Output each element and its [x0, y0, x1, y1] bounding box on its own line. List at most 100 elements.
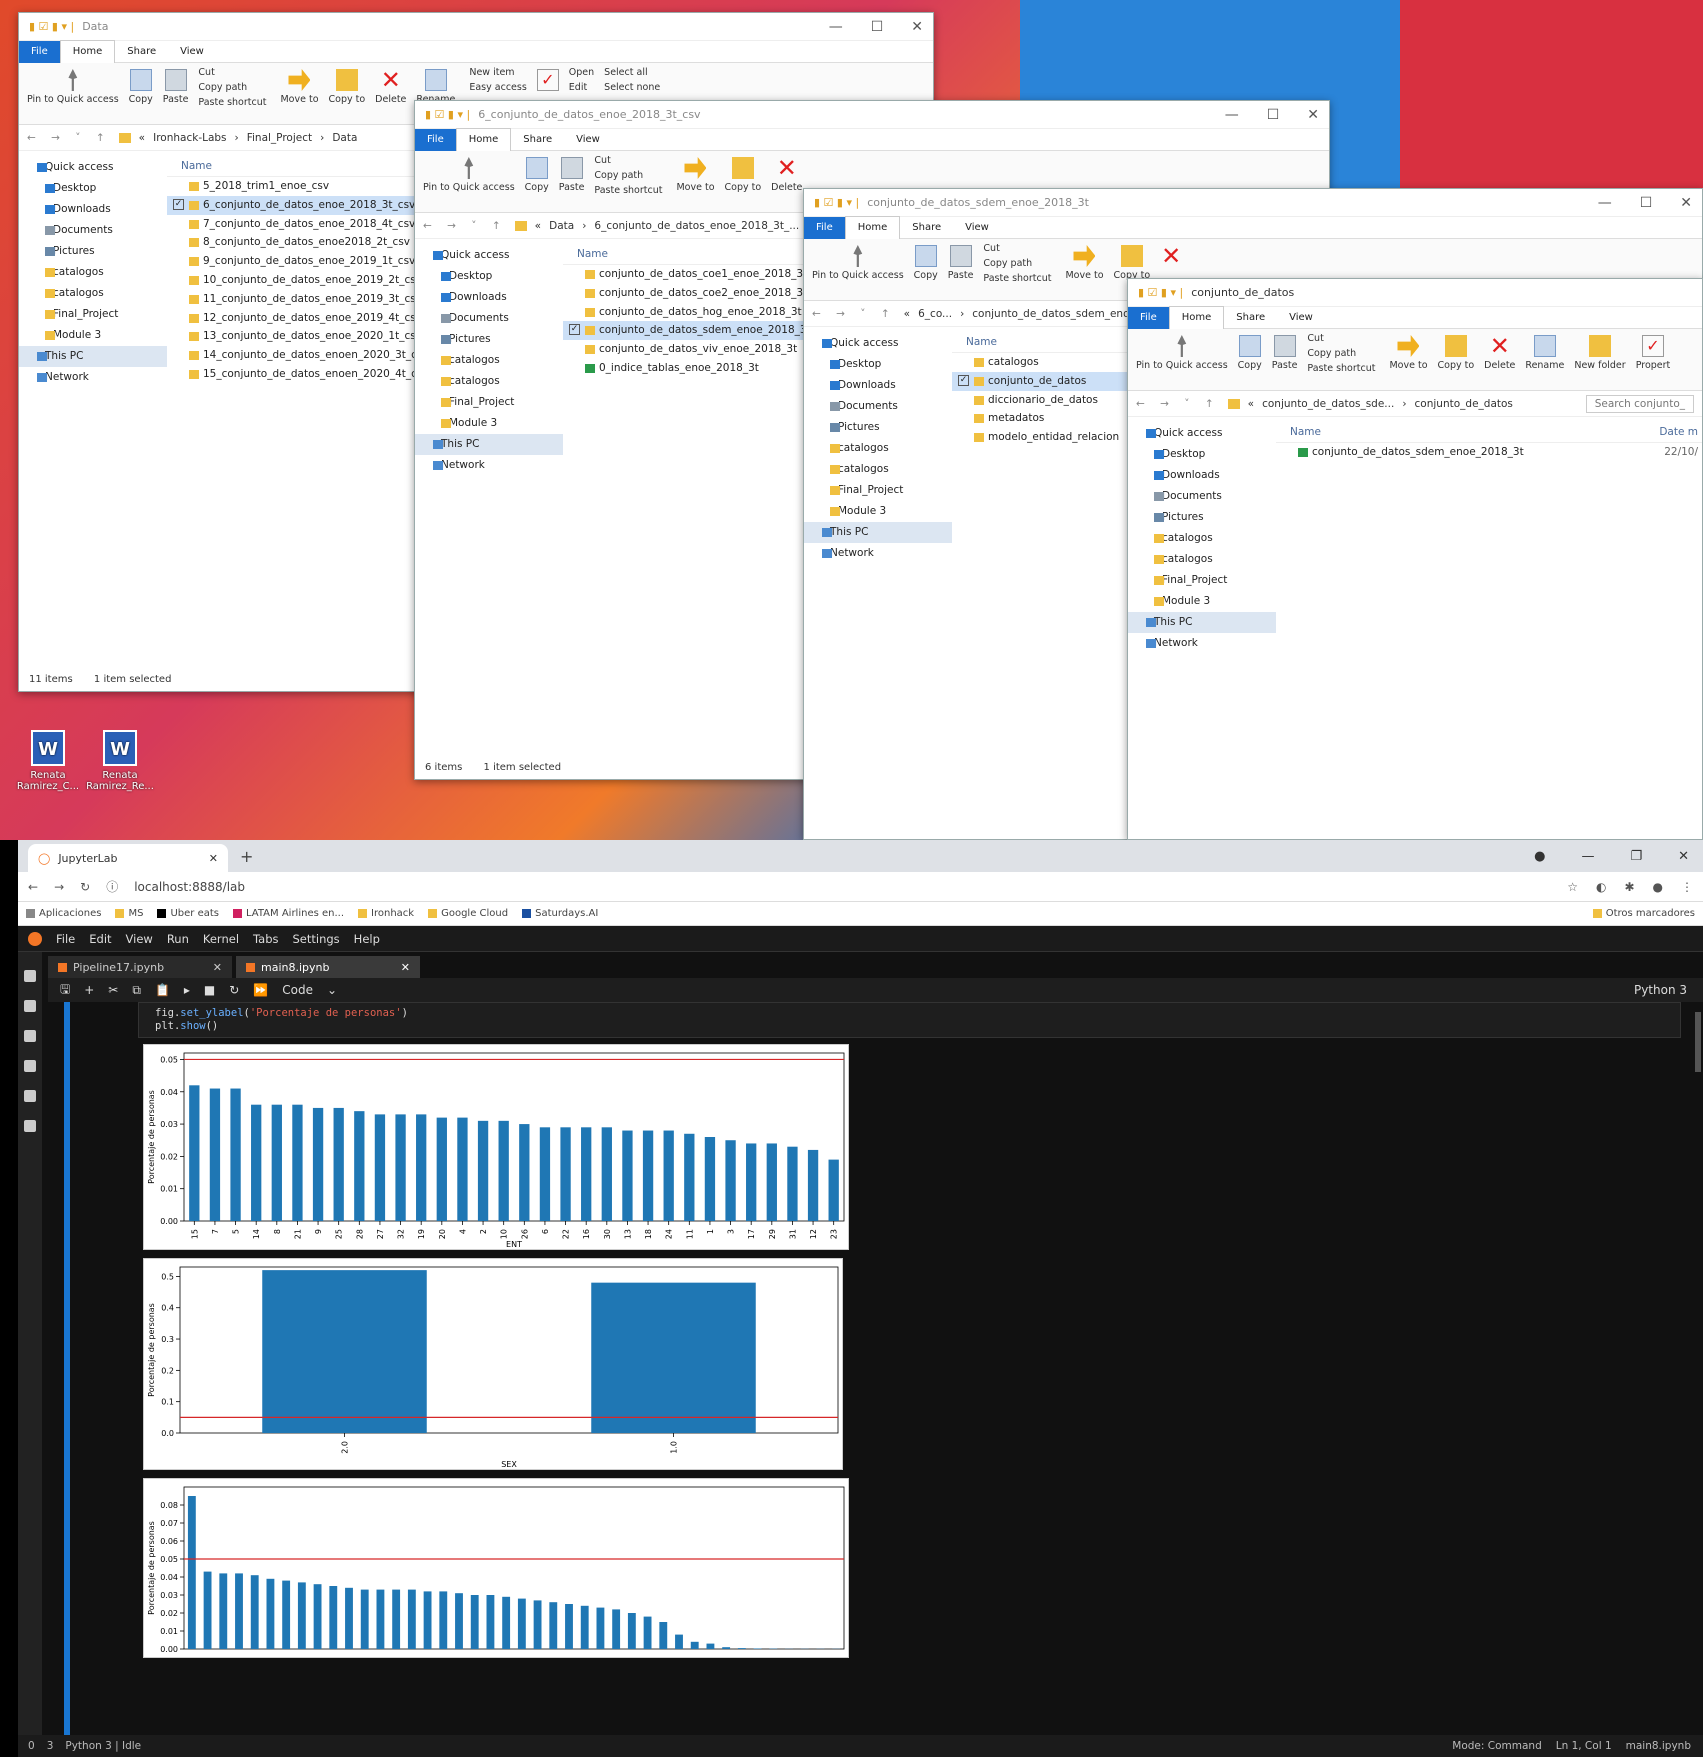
nav-item[interactable]: catalogos — [1128, 528, 1276, 549]
menu-tabs[interactable]: Tabs — [253, 932, 278, 946]
nav-item[interactable]: Desktop — [804, 354, 952, 375]
move-to-button[interactable]: Move to — [1389, 333, 1428, 371]
cut-button[interactable]: Cut — [594, 155, 662, 166]
nav-item[interactable]: catalogos — [804, 459, 952, 480]
menu-run[interactable]: Run — [167, 932, 189, 946]
other-bookmarks[interactable]: Otros marcadores — [1592, 908, 1695, 919]
nav-item[interactable]: Desktop — [19, 178, 167, 199]
close-icon[interactable]: ✕ — [1307, 107, 1319, 123]
paste-shortcut-button[interactable]: Paste shortcut — [198, 97, 266, 108]
puzzle-icon[interactable]: ✱ — [1624, 880, 1634, 894]
breadcrumb-item[interactable]: conjunto_de_datos_sde... — [1262, 398, 1394, 410]
move-to-button[interactable]: Move to — [676, 155, 715, 193]
minimize-icon[interactable]: — — [1225, 107, 1239, 123]
tab-view[interactable]: View — [168, 41, 216, 63]
menu-kernel[interactable]: Kernel — [203, 932, 239, 946]
nav-item[interactable]: catalogos — [804, 438, 952, 459]
bookmark-item[interactable]: MS — [115, 908, 143, 919]
breadcrumb-item[interactable]: conjunto_de_datos_sdem_enoe — [972, 308, 1136, 320]
save-icon[interactable]: 🖫 — [60, 980, 70, 1001]
close-icon[interactable]: ✕ — [1678, 849, 1689, 864]
cut-button[interactable]: Cut — [198, 67, 266, 78]
breadcrumb-item[interactable]: Data — [332, 132, 357, 144]
maximize-icon[interactable]: ☐ — [1267, 107, 1280, 123]
tab-share[interactable]: Share — [511, 129, 564, 151]
chevron-down-icon[interactable]: ⌄ — [327, 983, 337, 997]
folder-icon[interactable] — [24, 970, 36, 982]
nav-item[interactable]: Downloads — [1128, 465, 1276, 486]
nav-item[interactable]: Network — [415, 455, 563, 476]
close-icon[interactable]: ✕ — [213, 961, 222, 974]
copy-button[interactable]: Copy — [914, 243, 938, 281]
bookmark-item[interactable]: Google Cloud — [428, 908, 508, 919]
nav-item[interactable]: Final_Project — [415, 392, 563, 413]
nav-item[interactable]: catalogos — [19, 283, 167, 304]
breadcrumb-item[interactable]: Data — [549, 220, 574, 232]
nav-item[interactable]: This PC — [415, 434, 563, 455]
navigation-arrows-icon[interactable]: ← → ˅ ↑ — [27, 132, 111, 144]
tabs-icon[interactable] — [24, 1090, 36, 1102]
checkbox-icon[interactable]: ✓ — [958, 374, 969, 386]
maximize-icon[interactable]: ☐ — [1640, 195, 1653, 211]
extension-icon[interactable]: ◐ — [1596, 880, 1606, 894]
copy-to-button[interactable]: Copy to — [725, 155, 761, 193]
new-tab-icon[interactable]: + — [240, 847, 253, 866]
nav-item[interactable]: Network — [19, 367, 167, 388]
nav-item[interactable]: Final_Project — [19, 304, 167, 325]
minimize-icon[interactable]: — — [1581, 849, 1594, 864]
profile-icon[interactable]: ● — [1534, 849, 1545, 864]
delete-button[interactable]: ✕ Delete — [375, 67, 406, 105]
nav-item[interactable]: Documents — [19, 220, 167, 241]
copy-button[interactable]: Copy — [525, 155, 549, 193]
nav-item[interactable]: catalogos — [19, 262, 167, 283]
nav-item[interactable]: Module 3 — [804, 501, 952, 522]
maximize-icon[interactable]: ☐ — [871, 19, 884, 35]
nav-item[interactable]: Pictures — [19, 241, 167, 262]
copy-button[interactable]: Copy — [129, 67, 153, 105]
add-cell-icon[interactable]: + — [84, 983, 94, 997]
easy-access-button[interactable]: Easy access — [469, 82, 526, 93]
stop-icon[interactable]: ■ — [204, 983, 215, 997]
paste-button[interactable]: Paste — [948, 243, 973, 281]
pin-to-quick-access-button[interactable]: Pin to Quick access — [27, 67, 119, 105]
tab-view[interactable]: View — [1277, 307, 1325, 329]
paste-button[interactable]: Paste — [559, 155, 584, 193]
tab-view[interactable]: View — [564, 129, 612, 151]
nav-item[interactable]: Downloads — [415, 287, 563, 308]
properties-button[interactable]: ✓ — [536, 67, 559, 94]
cut-button[interactable]: Cut — [1307, 333, 1375, 344]
nav-item[interactable]: Pictures — [804, 417, 952, 438]
commands-icon[interactable] — [24, 1030, 36, 1042]
copy-path-button[interactable]: Copy path — [1307, 348, 1375, 359]
nav-item[interactable]: Final_Project — [1128, 570, 1276, 591]
reload-icon[interactable]: ↻ — [80, 880, 90, 894]
pin-to-quick-access-button[interactable]: Pin to Quick access — [812, 243, 904, 281]
copy-button[interactable]: Copy — [1238, 333, 1262, 371]
paste-button[interactable]: Paste — [1272, 333, 1297, 371]
nav-item[interactable]: catalogos — [1128, 549, 1276, 570]
nav-item[interactable]: Pictures — [415, 329, 563, 350]
paste-button[interactable]: Paste — [163, 67, 188, 105]
menu-icon[interactable]: ⋮ — [1681, 880, 1693, 894]
nav-item[interactable]: Desktop — [415, 266, 563, 287]
nav-item[interactable]: Quick access — [415, 245, 563, 266]
tab-file[interactable]: File — [1128, 306, 1169, 329]
tab-main8[interactable]: main8.ipynb ✕ — [236, 956, 420, 978]
delete-button[interactable]: ✕ Delete — [1484, 333, 1515, 371]
back-icon[interactable]: ← — [28, 880, 38, 894]
nav-item[interactable]: catalogos — [415, 371, 563, 392]
kernel-name[interactable]: Python 3 — [1634, 983, 1703, 997]
cut-icon[interactable]: ✂ — [108, 983, 118, 997]
nav-item[interactable]: Network — [804, 543, 952, 564]
fast-forward-icon[interactable]: ⏩ — [253, 983, 268, 997]
copy-path-button[interactable]: Copy path — [983, 258, 1051, 269]
code-cell[interactable]: fig.set_ylabel('Porcentaje de personas')… — [138, 1002, 1681, 1038]
tab-home[interactable]: Home — [59, 40, 116, 63]
bookmark-star-icon[interactable]: ☆ — [1567, 880, 1578, 894]
menu-help[interactable]: Help — [354, 932, 380, 946]
pin-to-quick-access-button[interactable]: Pin to Quick access — [1136, 333, 1228, 371]
nav-item[interactable]: Module 3 — [1128, 591, 1276, 612]
scrollbar[interactable] — [1695, 1012, 1701, 1072]
cut-button[interactable]: Cut — [983, 243, 1051, 254]
close-icon[interactable]: ✕ — [1680, 195, 1692, 211]
